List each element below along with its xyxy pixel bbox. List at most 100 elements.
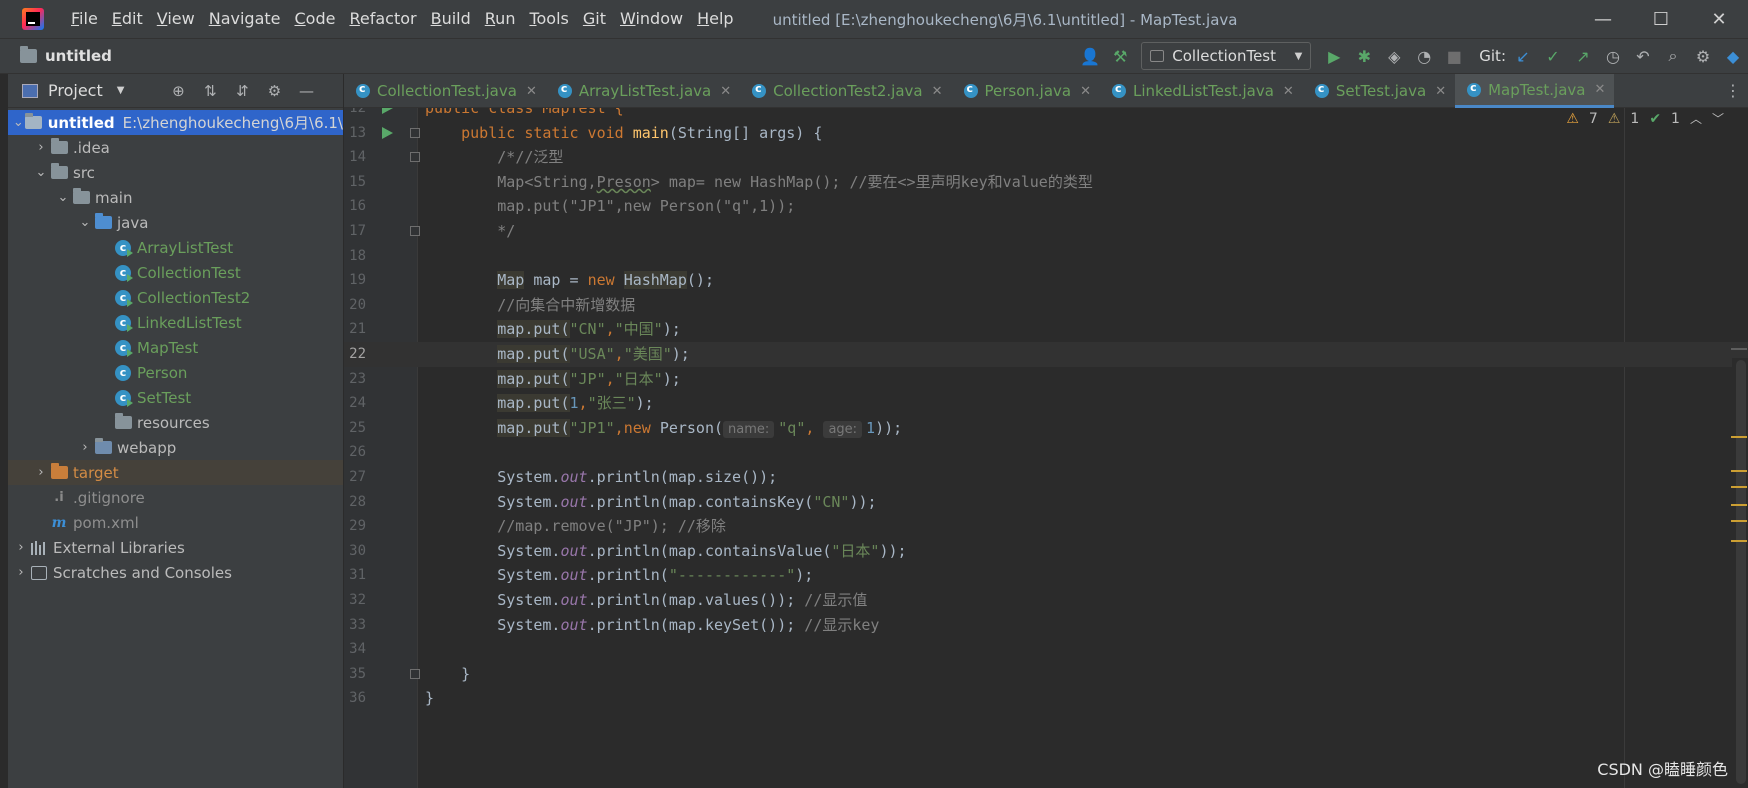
coverage-icon[interactable]: ◈	[1379, 41, 1409, 71]
menu-refactor[interactable]: Refactor	[342, 0, 423, 38]
code-line-18[interactable]: 18	[344, 244, 1748, 269]
gear-icon[interactable]: ⚙	[1688, 41, 1718, 71]
code-line-31[interactable]: 31 System.out.println("------------");	[344, 563, 1748, 588]
error-stripe-mark[interactable]	[1731, 540, 1747, 542]
line-number[interactable]: 31	[344, 563, 366, 588]
line-number[interactable]: 33	[344, 613, 366, 638]
tab-collectiontest[interactable]: CollectionTest.java ✕	[344, 74, 546, 108]
line-number[interactable]: 30	[344, 539, 366, 564]
line-number[interactable]: 26	[344, 440, 366, 465]
line-number[interactable]: 17	[344, 219, 366, 244]
error-stripe-mark[interactable]	[1731, 504, 1747, 506]
code-line-34[interactable]: 34	[344, 637, 1748, 662]
close-tab-icon[interactable]: ✕	[526, 84, 537, 99]
git-push-icon[interactable]: ↗	[1568, 41, 1598, 71]
chevron-down-icon[interactable]: ﹀	[1712, 110, 1724, 127]
git-commit-icon[interactable]: ✓	[1538, 41, 1568, 71]
code-editor[interactable]: 12 public class MapTest {13 public static…	[344, 108, 1748, 788]
code-line-33[interactable]: 33 System.out.println(map.keySet()); //显…	[344, 613, 1748, 638]
menu-help[interactable]: Help	[690, 0, 740, 38]
line-number[interactable]: 23	[344, 367, 366, 392]
line-number[interactable]: 19	[344, 268, 366, 293]
line-number[interactable]: 29	[344, 514, 366, 539]
tree-item-arraylisttest[interactable]: c ArrayListTest	[8, 235, 343, 260]
project-panel-title[interactable]: Project	[48, 81, 103, 100]
line-number[interactable]: 18	[344, 244, 366, 269]
stop-icon[interactable]: ■	[1439, 41, 1469, 71]
code-line-32[interactable]: 32 System.out.println(map.values()); //显…	[344, 588, 1748, 613]
hammer-build-icon[interactable]: ⚒	[1105, 41, 1135, 71]
line-number[interactable]: 25	[344, 416, 366, 441]
breadcrumb-project[interactable]: untitled	[45, 47, 1075, 65]
menu-code[interactable]: Code	[288, 0, 343, 38]
collapse-all-icon[interactable]: ⇵	[226, 82, 258, 100]
run-gutter-icon[interactable]	[382, 108, 393, 115]
code-line-19[interactable]: 19 Map map = new HashMap();	[344, 268, 1748, 293]
tree-item-external-libraries[interactable]: › External Libraries	[8, 535, 343, 560]
menu-git[interactable]: Git	[576, 0, 613, 38]
code-line-36[interactable]: 36}	[344, 686, 1748, 711]
code-line-17[interactable]: 17 */	[344, 219, 1748, 244]
minimize-icon[interactable]: —	[1574, 0, 1632, 38]
code-line-20[interactable]: 20 //向集合中新增数据	[344, 293, 1748, 318]
menu-build[interactable]: Build	[424, 0, 478, 38]
line-number[interactable]: 28	[344, 490, 366, 515]
menu-run[interactable]: Run	[478, 0, 523, 38]
run-icon[interactable]: ▶	[1319, 41, 1349, 71]
close-tab-icon[interactable]: ✕	[1594, 82, 1605, 97]
tree-item-resources[interactable]: resources	[8, 410, 343, 435]
tree-item-untitled[interactable]: ⌄ untitled E:\zhenghoukecheng\6月\6.1\	[8, 110, 343, 135]
tree-item-settest[interactable]: c SetTest	[8, 385, 343, 410]
close-tab-icon[interactable]: ✕	[1283, 84, 1294, 99]
tree-item-collectiontest[interactable]: c CollectionTest	[8, 260, 343, 285]
error-stripe-mark[interactable]	[1731, 486, 1747, 488]
code-line-23[interactable]: 23 map.put("JP","日本");	[344, 367, 1748, 392]
tree-item-collectiontest2[interactable]: c CollectionTest2	[8, 285, 343, 310]
intellij-logo-icon[interactable]	[22, 8, 44, 30]
line-number[interactable]: 24	[344, 391, 366, 416]
line-number[interactable]: 20	[344, 293, 366, 318]
close-icon[interactable]: ✕	[1690, 0, 1748, 38]
fold-marker-icon[interactable]	[410, 127, 420, 138]
tree-item-gitignore[interactable]: .i .gitignore	[8, 485, 343, 510]
close-tab-icon[interactable]: ✕	[1435, 84, 1446, 99]
hide-panel-icon[interactable]: —	[290, 82, 322, 100]
code-line-16[interactable]: 16 map.put("JP1",new Person("q",1));	[344, 194, 1748, 219]
code-line-14[interactable]: 14 /*//泛型	[344, 145, 1748, 170]
line-number[interactable]: 15	[344, 170, 366, 195]
scrollbar-thumb[interactable]	[1736, 360, 1746, 784]
tab-linkedlisttest[interactable]: LinkedListTest.java ✕	[1100, 74, 1303, 108]
tab-person[interactable]: Person.java ✕	[952, 74, 1101, 108]
code-line-28[interactable]: 28 System.out.println(map.containsKey("C…	[344, 490, 1748, 515]
debug-icon[interactable]: ✱	[1349, 41, 1379, 71]
line-number[interactable]: 13	[344, 121, 366, 146]
search-icon[interactable]: ⌕	[1658, 41, 1688, 71]
tree-item-linkedlisttest[interactable]: c LinkedListTest	[8, 310, 343, 335]
error-stripe-mark[interactable]	[1731, 436, 1747, 438]
line-number[interactable]: 12	[344, 108, 366, 121]
tree-item-webapp[interactable]: › webapp	[8, 435, 343, 460]
chevron-right-icon[interactable]: ›	[32, 465, 50, 480]
menu-view[interactable]: View	[150, 0, 202, 38]
tree-item-scratches[interactable]: › Scratches and Consoles	[8, 560, 343, 585]
chevron-right-icon[interactable]: ›	[12, 540, 30, 555]
git-update-icon[interactable]: ↙	[1508, 41, 1538, 71]
code-line-30[interactable]: 30 System.out.println(map.containsValue(…	[344, 539, 1748, 564]
close-tab-icon[interactable]: ✕	[1080, 84, 1091, 99]
code-line-25[interactable]: 25 map.put("JP1",new Person(name: "q", ag…	[344, 416, 1748, 441]
code-line-13[interactable]: 13 public static void main(String[] args…	[344, 121, 1748, 146]
line-number[interactable]: 14	[344, 145, 366, 170]
tree-item-target[interactable]: › target	[8, 460, 343, 485]
error-stripe-mark[interactable]	[1731, 348, 1747, 350]
code-line-24[interactable]: 24 map.put(1,"张三");	[344, 391, 1748, 416]
run-gutter-icon[interactable]	[382, 126, 393, 139]
tree-item-main[interactable]: ⌄ main	[8, 185, 343, 210]
menu-window[interactable]: Window	[613, 0, 690, 38]
chevron-down-icon[interactable]: ⌄	[54, 190, 72, 205]
gear-icon[interactable]: ⚙	[258, 82, 290, 100]
chevron-down-icon[interactable]: ⌄	[12, 115, 25, 130]
error-stripe-mark[interactable]	[1731, 520, 1747, 522]
error-stripe-mark[interactable]	[1731, 470, 1747, 472]
tab-maptest[interactable]: MapTest.java ✕	[1455, 74, 1615, 108]
chevron-right-icon[interactable]: ›	[12, 565, 30, 580]
